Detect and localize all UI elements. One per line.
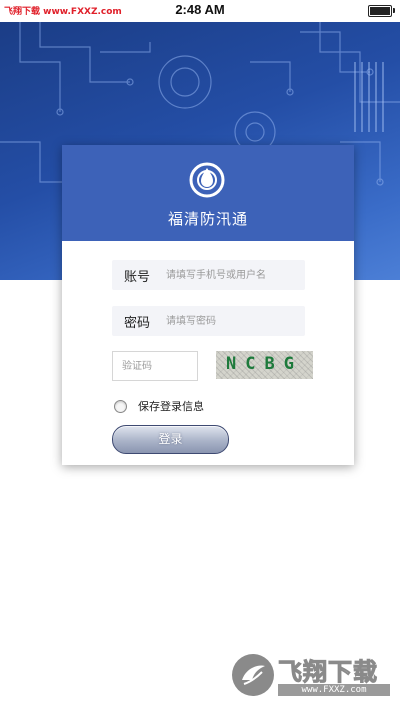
password-field[interactable]: 密码 [112,306,305,336]
remember-label: 保存登录信息 [138,400,204,413]
account-field[interactable]: 账号 [112,260,305,290]
card-header: 福清防汛通 [62,145,354,241]
app-title: 福清防汛通 [167,210,248,228]
status-bar: 飞翔下载 www.FXXZ.com 2:48 AM [0,0,400,22]
watermark-url: www.FXXZ.com [278,684,390,696]
captcha-code: NCBG [226,354,303,374]
battery-icon [368,5,395,17]
password-input[interactable] [166,306,301,336]
status-time: 2:48 AM [175,2,225,17]
feixiang-logo-icon [232,654,274,696]
account-input[interactable] [166,260,301,290]
captcha-image[interactable]: NCBG [216,351,313,379]
account-label: 账号 [124,270,151,285]
login-button[interactable]: 登录 [112,425,229,454]
captcha-input[interactable] [112,351,198,381]
water-drop-icon [189,162,225,198]
login-card: 福清防汛通 账号 密码 NCBG 保存登录信息 登录 [62,145,354,465]
watermark-title: 飞翔下载 [278,658,378,687]
password-label: 密码 [124,316,151,331]
watermark-logo: 飞翔下载 www.FXXZ.com [232,652,390,700]
remember-checkbox[interactable] [114,400,127,413]
